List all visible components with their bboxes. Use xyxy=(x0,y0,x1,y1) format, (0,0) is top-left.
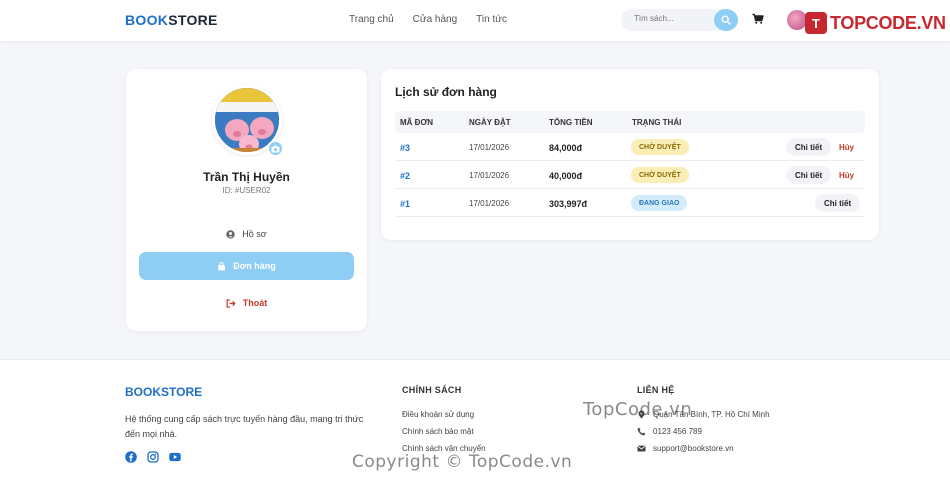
order-history-card: Lịch sử đơn hàng MÃ ĐƠN NGÀY ĐẶT TỔNG TI… xyxy=(381,69,879,240)
contact-phone: 0123 456 789 xyxy=(637,427,702,436)
top-header: BOOKSTORE Trang chủ Cửa hàng Tin tức T T… xyxy=(0,0,950,41)
nav-news[interactable]: Tin tức xyxy=(476,14,507,25)
policy-heading: CHÍNH SÁCH xyxy=(402,385,462,395)
order-total: 303,997đ xyxy=(549,199,588,209)
social-links xyxy=(125,451,181,463)
topcode-text: TOPCODE.VN xyxy=(830,12,946,33)
facebook-icon xyxy=(125,451,137,463)
contact-email: support@bookstore.vn xyxy=(637,444,734,453)
envelope-icon xyxy=(637,445,646,452)
menu-logout[interactable]: Thoát xyxy=(139,289,354,317)
order-date: 17/01/2026 xyxy=(469,143,510,152)
contact-email-text: support@bookstore.vn xyxy=(653,444,734,453)
order-total: 40,000đ xyxy=(549,171,583,181)
cart-button[interactable] xyxy=(752,12,768,28)
shopping-bag-icon xyxy=(218,261,226,271)
order-total: 84,000đ xyxy=(549,143,583,153)
user-circle-icon xyxy=(226,229,236,239)
table-row: #3 17/01/2026 84,000đ CHỜ DUYỆT Chi tiết… xyxy=(395,133,865,161)
col-order-status: TRẠNG THÁI xyxy=(632,118,682,127)
contact-phone-text: 0123 456 789 xyxy=(653,427,702,436)
col-order-id: MÃ ĐƠN xyxy=(400,118,434,127)
policy-link-privacy[interactable]: Chính sách bảo mật xyxy=(402,427,474,436)
status-badge: CHỜ DUYỆT xyxy=(631,167,689,183)
order-id-link[interactable]: #1 xyxy=(400,199,410,209)
policy-link-terms[interactable]: Điều khoản sử dụng xyxy=(402,410,474,419)
profile-card: Trần Thị Huyền ID: #USER02 Hồ sơ Đơn hàn… xyxy=(126,69,367,331)
user-avatar[interactable] xyxy=(787,10,807,30)
facebook-link[interactable] xyxy=(125,451,137,463)
status-badge: ĐANG GIAO xyxy=(631,195,688,211)
order-history-title: Lịch sử đơn hàng xyxy=(395,85,497,99)
detail-button[interactable]: Chi tiết xyxy=(786,138,832,156)
menu-profile-label: Hồ sơ xyxy=(242,229,267,239)
watermark-copyright: Copyright © TopCode.vn xyxy=(352,452,573,472)
menu-orders-label: Đơn hàng xyxy=(233,261,276,271)
table-row: #2 17/01/2026 40,000đ CHỜ DUYỆT Chi tiết… xyxy=(395,161,865,189)
order-date: 17/01/2026 xyxy=(469,171,510,180)
nav-shop[interactable]: Cửa hàng xyxy=(413,14,458,25)
col-order-date: NGÀY ĐẶT xyxy=(469,118,511,127)
cart-icon xyxy=(752,13,764,24)
cancel-order-button[interactable]: Hủy xyxy=(839,143,854,152)
order-date: 17/01/2026 xyxy=(469,199,510,208)
watermark-topcode: TopCode.vn xyxy=(583,399,693,420)
instagram-icon xyxy=(147,451,159,463)
search-button[interactable] xyxy=(714,9,738,31)
youtube-icon xyxy=(169,452,181,462)
profile-name: Trần Thị Huyền xyxy=(203,170,290,184)
status-badge: CHỜ DUYỆT xyxy=(631,139,689,155)
footer-logo[interactable]: BOOKSTORE xyxy=(125,385,202,399)
search-input[interactable] xyxy=(634,14,714,23)
main-nav: Trang chủ Cửa hàng Tin tức xyxy=(349,14,507,25)
camera-icon xyxy=(271,145,280,152)
logo-accent: BOOK xyxy=(125,12,169,28)
menu-logout-label: Thoát xyxy=(242,298,268,308)
order-id-link[interactable]: #3 xyxy=(400,143,410,153)
phone-icon xyxy=(637,427,646,436)
contact-heading: LIÊN HỆ xyxy=(637,385,675,395)
logout-icon xyxy=(226,298,236,308)
cancel-order-button[interactable]: Hủy xyxy=(839,171,854,180)
instagram-link[interactable] xyxy=(147,451,159,463)
change-photo-button[interactable] xyxy=(267,140,284,157)
topcode-logo: T TOPCODE.VN xyxy=(805,12,946,34)
nav-home[interactable]: Trang chủ xyxy=(349,14,394,25)
logo-rest: STORE xyxy=(168,12,218,28)
youtube-link[interactable] xyxy=(169,451,181,463)
search-icon xyxy=(721,15,731,25)
col-order-total: TỔNG TIỀN xyxy=(549,118,593,127)
order-id-link[interactable]: #2 xyxy=(400,171,410,181)
menu-profile[interactable]: Hồ sơ xyxy=(139,220,354,248)
detail-button[interactable]: Chi tiết xyxy=(786,166,832,184)
detail-button[interactable]: Chi tiết xyxy=(815,194,861,212)
order-table-header: MÃ ĐƠN NGÀY ĐẶT TỔNG TIỀN TRẠNG THÁI xyxy=(395,111,865,133)
profile-id: ID: #USER02 xyxy=(222,186,271,195)
footer-description: Hệ thống cung cấp sách trực tuyến hàng đ… xyxy=(125,414,364,439)
table-row: #1 17/01/2026 303,997đ ĐANG GIAO Chi tiế… xyxy=(395,189,865,217)
site-logo[interactable]: BOOKSTORE xyxy=(125,12,218,28)
menu-orders[interactable]: Đơn hàng xyxy=(139,252,354,280)
topcode-glyph-icon: T xyxy=(805,12,827,34)
